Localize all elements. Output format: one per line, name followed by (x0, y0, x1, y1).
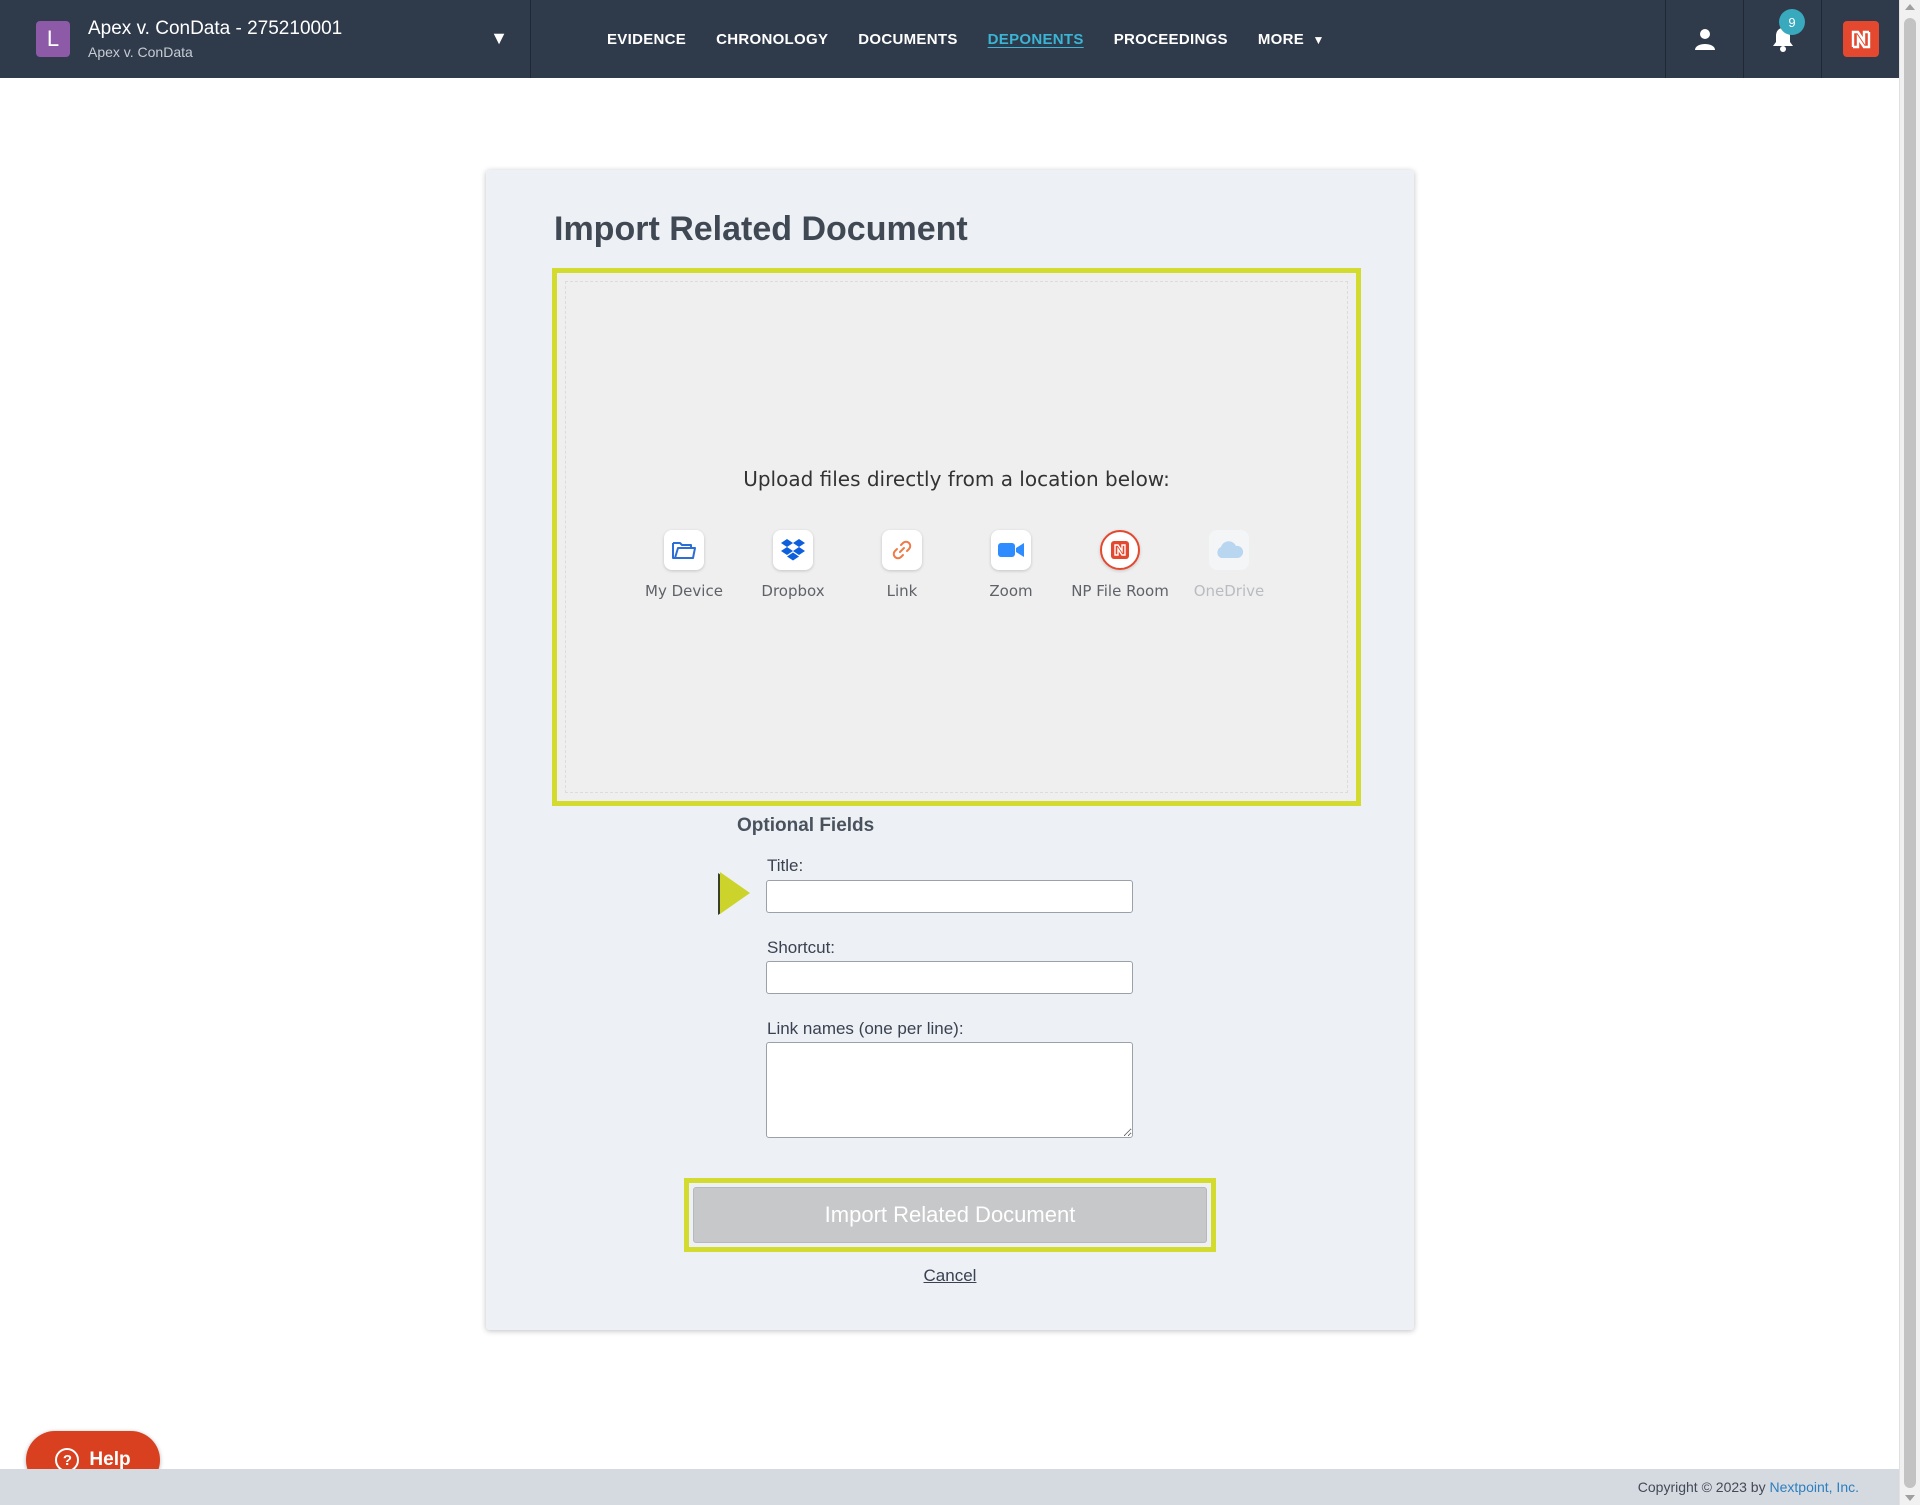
dropzone-inner: Upload files directly from a location be… (565, 281, 1348, 793)
main-nav: EVIDENCE CHRONOLOGY DOCUMENTS DEPONENTS … (531, 0, 1355, 78)
tutorial-pointer-icon (718, 872, 750, 915)
nav-proceedings[interactable]: PROCEEDINGS (1114, 31, 1228, 48)
source-label: OneDrive (1193, 582, 1265, 600)
nav-chronology[interactable]: CHRONOLOGY (716, 31, 828, 48)
nav-evidence[interactable]: EVIDENCE (607, 31, 686, 48)
notification-count-badge: 9 (1779, 9, 1805, 35)
copyright-text: Copyright © 2023 by (1637, 1479, 1770, 1495)
page-scrollbar[interactable] (1899, 0, 1920, 1505)
source-label: Link (886, 582, 918, 600)
nav-more-label: MORE (1257, 30, 1305, 48)
source-np-file-room[interactable]: NP File Room (1066, 530, 1175, 600)
scroll-up-arrow-icon[interactable] (1905, 4, 1915, 10)
shortcut-input[interactable] (766, 961, 1133, 994)
submit-highlight: Import Related Document (684, 1178, 1216, 1252)
title-label: Title: (767, 856, 804, 875)
folder-icon (664, 530, 704, 570)
source-onedrive[interactable]: OneDrive (1175, 530, 1284, 600)
upload-prompt: Upload files directly from a location be… (743, 467, 1170, 491)
company-link[interactable]: Nextpoint, Inc. (1770, 1479, 1860, 1495)
shortcut-label: Shortcut: (767, 938, 836, 957)
link-names-textarea[interactable] (766, 1042, 1133, 1138)
source-zoom[interactable]: Zoom (957, 530, 1066, 600)
footer: Copyright © 2023 by Nextpoint, Inc. (0, 1469, 1899, 1505)
import-card: Import Related Document Upload files dir… (486, 170, 1414, 1330)
nav-documents[interactable]: DOCUMENTS (858, 31, 957, 48)
nextpoint-logo-icon (1842, 21, 1879, 57)
case-avatar: L (36, 21, 70, 57)
case-subtitle: Apex v. ConData (88, 44, 193, 60)
user-icon (1694, 29, 1715, 50)
source-label: My Device (645, 582, 723, 600)
onedrive-icon (1209, 530, 1249, 570)
nav-more[interactable]: MORE ▼ (1258, 31, 1325, 48)
optional-fields-heading: Optional Fields (737, 815, 875, 836)
source-label: Zoom (989, 582, 1033, 600)
more-caret-icon: ▼ (1312, 32, 1325, 47)
footer-copyright: Copyright © 2023 by Nextpoint, Inc. (1638, 1479, 1859, 1495)
scroll-down-arrow-icon[interactable] (1905, 1495, 1915, 1501)
user-menu-button[interactable] (1665, 0, 1743, 78)
nextpoint-home-button[interactable] (1821, 0, 1899, 78)
link-icon (882, 530, 922, 570)
source-my-device[interactable]: My Device (630, 530, 739, 600)
top-navigation-bar: L Apex v. ConData - 275210001 Apex v. Co… (0, 0, 1899, 78)
header-actions: 9 (1665, 0, 1899, 78)
scroll-thumb[interactable] (1904, 18, 1916, 1488)
source-label: Dropbox (761, 582, 825, 600)
notifications-button[interactable]: 9 (1743, 0, 1821, 78)
cancel-link[interactable]: Cancel (486, 1266, 1414, 1286)
upload-sources: My Device Dropbox Link Zoom NP File Room… (566, 530, 1347, 600)
source-link[interactable]: Link (848, 530, 957, 600)
np-file-room-icon (1100, 530, 1140, 570)
source-dropbox[interactable]: Dropbox (739, 530, 848, 600)
case-title: Apex v. ConData - 275210001 (88, 18, 343, 39)
case-selector[interactable]: L Apex v. ConData - 275210001 Apex v. Co… (0, 0, 531, 78)
zoom-icon (991, 530, 1031, 570)
dropbox-icon (773, 530, 813, 570)
case-dropdown-icon[interactable]: ▼ (490, 28, 508, 49)
title-input[interactable] (766, 880, 1133, 913)
upload-dropzone[interactable]: Upload files directly from a location be… (552, 268, 1361, 806)
source-label: NP File Room (1071, 582, 1169, 600)
link-names-label: Link names (one per line): (767, 1019, 964, 1038)
page-title: Import Related Document (554, 210, 968, 248)
case-text: Apex v. ConData - 275210001 Apex v. ConD… (88, 17, 342, 61)
help-label: Help (89, 1449, 131, 1470)
import-related-document-button[interactable]: Import Related Document (693, 1187, 1207, 1243)
nav-deponents[interactable]: DEPONENTS (988, 31, 1084, 48)
